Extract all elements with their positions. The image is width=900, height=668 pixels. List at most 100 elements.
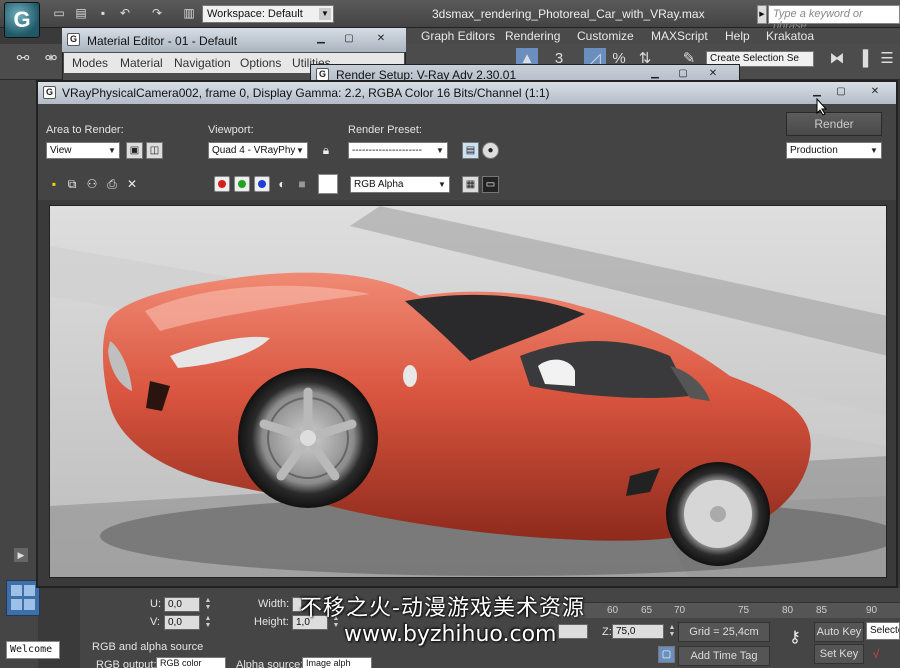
menu-rendering[interactable]: Rendering: [505, 29, 560, 43]
history-icon[interactable]: ▭: [482, 176, 499, 193]
edit-region-icon[interactable]: ▣: [126, 142, 143, 159]
green-channel-toggle[interactable]: [234, 176, 250, 192]
mirror-icon[interactable]: ⧓: [826, 48, 848, 70]
save-icon[interactable]: ▪: [96, 6, 110, 20]
blue-channel-toggle[interactable]: [254, 176, 270, 192]
menu-modes[interactable]: Modes: [72, 56, 108, 70]
minimize-icon[interactable]: ▁: [808, 86, 826, 98]
file-title: 3dsmax_rendering_Photoreal_Car_with_VRay…: [432, 7, 705, 21]
maximize-icon[interactable]: ▢: [674, 68, 692, 80]
align-icon[interactable]: ▐: [852, 48, 874, 70]
red-channel-toggle[interactable]: [214, 176, 230, 192]
timeline-ruler[interactable]: [540, 602, 900, 618]
environment-icon[interactable]: ●: [482, 142, 499, 159]
render-preset-label: Render Preset:: [348, 124, 422, 136]
menu-material[interactable]: Material: [120, 56, 163, 70]
menu-graph-editors[interactable]: Graph Editors: [421, 29, 495, 43]
area-to-render-label: Area to Render:: [46, 124, 124, 136]
minimize-icon[interactable]: ▁: [646, 68, 664, 80]
menu-krakatoa[interactable]: Krakatoa: [766, 29, 814, 43]
render-setup-icon[interactable]: ▤: [462, 142, 479, 159]
selected-dropdown[interactable]: Selecte: [866, 622, 900, 640]
ruler-tick-label: 70: [674, 605, 686, 616]
close-icon[interactable]: ✕: [704, 68, 722, 80]
link-icon[interactable]: ⚯: [12, 48, 34, 70]
clone-frame-icon[interactable]: ⧉: [64, 176, 80, 192]
u-label: U:: [150, 598, 161, 610]
display-correction-icon[interactable]: ▦: [462, 176, 479, 193]
rgb-output-label: RGB output:: [96, 659, 157, 668]
area-to-render-dropdown[interactable]: View ▼: [46, 142, 120, 159]
new-file-icon[interactable]: ▭: [52, 6, 66, 20]
workspace-dropdown[interactable]: Workspace: Default ▼: [202, 5, 334, 23]
production-dropdown[interactable]: Production ▼: [786, 142, 882, 159]
alpha-channel-icon[interactable]: ◐: [274, 176, 290, 192]
layer-manager-icon[interactable]: ☰: [876, 48, 898, 70]
minimize-icon[interactable]: ▁: [312, 33, 330, 45]
ruler-tick-label: 60: [607, 605, 619, 616]
color-swatch[interactable]: [318, 174, 338, 194]
keyword-search-input[interactable]: Type a keyword or phrase: [768, 5, 900, 32]
lock-icon[interactable]: 🔒︎: [318, 142, 334, 158]
project-folder-icon[interactable]: ▥: [182, 6, 196, 20]
u-spinner[interactable]: ▲ ▼: [203, 597, 213, 612]
viewport-label: Viewport:: [208, 124, 254, 136]
rgb-alpha-section-label: RGB and alpha source: [92, 641, 204, 653]
maximize-icon[interactable]: ▢: [340, 33, 358, 45]
auto-key-button[interactable]: Auto Key: [814, 622, 864, 642]
z-coordinate-field[interactable]: 75,0: [612, 624, 664, 639]
channel-dropdown[interactable]: RGB Alpha ▼: [350, 176, 450, 193]
unlink-icon[interactable]: ⚮: [40, 48, 62, 70]
print-icon[interactable]: ⎙: [104, 176, 120, 192]
redo-icon[interactable]: ↷: [150, 6, 164, 20]
menu-options[interactable]: Options: [240, 56, 281, 70]
height-label: Height:: [254, 616, 289, 628]
save-image-icon[interactable]: ▪: [46, 176, 62, 192]
ruler-tick-label: 90: [866, 605, 878, 616]
rgb-output-dropdown[interactable]: RGB color: [156, 657, 226, 668]
auto-region-icon[interactable]: ◫: [146, 142, 163, 159]
v-offset-field[interactable]: 0,0: [164, 615, 200, 630]
mono-channel-icon[interactable]: ■: [294, 176, 310, 192]
ruler-tick-label: 65: [641, 605, 653, 616]
render-button[interactable]: Render: [786, 112, 882, 136]
watermark-url: www.byzhihuo.com: [344, 622, 557, 647]
search-expand-icon[interactable]: ▶: [757, 5, 767, 24]
alpha-source-label: Alpha source:: [236, 659, 304, 668]
ruler-tick-label: 80: [782, 605, 794, 616]
chevron-down-icon: ▼: [438, 180, 446, 189]
add-time-tag-button[interactable]: Add Time Tag: [678, 646, 770, 666]
u-offset-field[interactable]: 0,0: [164, 597, 200, 612]
y-coordinate-field[interactable]: [558, 624, 588, 639]
menu-help[interactable]: Help: [725, 29, 750, 43]
play-icon[interactable]: ▶: [14, 548, 28, 562]
alpha-source-dropdown[interactable]: Image alph: [302, 657, 372, 668]
menu-navigation[interactable]: Navigation: [174, 56, 231, 70]
mouse-cursor-icon: [816, 98, 828, 116]
undo-icon[interactable]: ↶: [118, 6, 132, 20]
ruler-tick-label: 75: [738, 605, 750, 616]
app-logo-button[interactable]: G: [4, 2, 40, 38]
z-spinner[interactable]: ▲ ▼: [667, 624, 677, 639]
maximize-icon[interactable]: ▢: [832, 86, 850, 98]
menu-customize[interactable]: Customize: [577, 29, 634, 43]
frame-buffer-app-icon: G: [43, 86, 56, 99]
close-icon[interactable]: ✕: [372, 33, 390, 45]
isolate-icon[interactable]: ▢: [658, 646, 675, 663]
close-icon[interactable]: ✕: [866, 86, 884, 98]
clear-icon[interactable]: ✕: [124, 176, 140, 192]
menu-maxscript[interactable]: MAXScript: [651, 29, 708, 43]
width-label: Width:: [258, 598, 290, 610]
maxscript-listener-input[interactable]: Welcome: [6, 641, 60, 659]
grid-size-display: Grid = 25,4cm: [678, 622, 770, 642]
viewport-layout-button[interactable]: [6, 580, 40, 616]
channel-display-icon[interactable]: ⚇: [84, 176, 100, 192]
key-icon[interactable]: ⚷: [782, 630, 808, 646]
chevron-down-icon: ▼: [870, 146, 878, 155]
v-spinner[interactable]: ▲ ▼: [203, 615, 213, 630]
viewport-dropdown[interactable]: Quad 4 - VRayPhy ▼: [208, 142, 308, 159]
key-filters-icon[interactable]: √: [868, 646, 884, 662]
render-preset-dropdown[interactable]: --------------------- ▼: [348, 142, 448, 159]
open-file-icon[interactable]: ▤: [74, 6, 88, 20]
set-key-button[interactable]: Set Key: [814, 644, 864, 664]
